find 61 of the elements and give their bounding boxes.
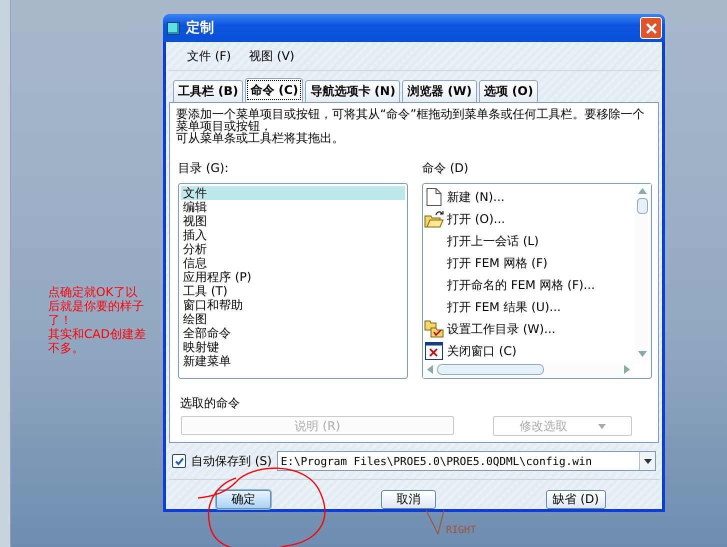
- datum-label: RIGHT: [446, 525, 476, 536]
- category-item[interactable]: 文件: [181, 186, 405, 200]
- ok-button[interactable]: 确定: [216, 490, 271, 509]
- config-path-combo[interactable]: E:\Program Files\PROE5.0\PROE5.0QDML\config.win: [276, 451, 656, 471]
- command-label: 命令 (D): [422, 160, 470, 177]
- category-item[interactable]: 绘图: [181, 312, 405, 326]
- scroll-thumb[interactable]: [637, 198, 648, 214]
- category-item[interactable]: 插入: [181, 228, 405, 242]
- instruction-text: 要添加一个菜单项目或按钮，可将其从“命令”框拖动到菜单条或任何工具栏。要移除一个菜单项目或按钮，: [176, 108, 646, 132]
- command-item[interactable]: 打开 FEM 结果 (U)...: [447, 298, 561, 316]
- scroll-thumb[interactable]: [437, 364, 544, 375]
- menu-item[interactable]: 文件 (F): [187, 48, 232, 65]
- command-item[interactable]: 打开上一会话 (L): [447, 232, 539, 250]
- command-item[interactable]: 新建 (N)...: [447, 188, 505, 206]
- caret-icon: [644, 458, 652, 464]
- annotation-text: 其实和CAD创建差不多。: [48, 327, 147, 355]
- horizontal-scrollbar[interactable]: [423, 361, 634, 378]
- annotation-text: 点确定就OK了以后就是你要的样子了！: [48, 285, 145, 327]
- autosave-label: 自动保存到 (S): [191, 452, 272, 470]
- category-item[interactable]: 全部命令: [181, 326, 405, 340]
- category-item[interactable]: 视图: [181, 214, 405, 228]
- category-item[interactable]: 应用程序 (P): [181, 270, 405, 284]
- category-item[interactable]: 编辑: [181, 200, 405, 214]
- caret-icon: [598, 424, 606, 428]
- command-item[interactable]: 关闭窗口 (C): [447, 342, 517, 360]
- vertical-scrollbar[interactable]: [634, 184, 651, 361]
- default-button[interactable]: 缺省 (D): [546, 490, 606, 509]
- category-item[interactable]: 新建菜单: [181, 354, 405, 368]
- command-item[interactable]: 设置工作目录 (W)...: [447, 320, 556, 338]
- close-window-icon: [425, 342, 443, 360]
- category-item[interactable]: 信息: [181, 256, 405, 270]
- folder-icon: [424, 210, 444, 228]
- category-item[interactable]: 工具 (T): [181, 284, 405, 298]
- tab[interactable]: 命令 (C): [245, 78, 304, 102]
- datum-marker-icon: [424, 510, 446, 536]
- selected-command-label: 选取的命令: [180, 395, 241, 412]
- scroll-down-icon[interactable]: [638, 351, 647, 357]
- command-item[interactable]: 打开 (O)...: [447, 210, 506, 228]
- scroll-right-icon[interactable]: [624, 365, 630, 374]
- category-item[interactable]: 窗口和帮助: [181, 298, 405, 312]
- close-icon[interactable]: [644, 22, 658, 34]
- scroll-up-icon[interactable]: [638, 188, 647, 194]
- autosave-checkbox[interactable]: [172, 454, 186, 468]
- document-icon: [426, 188, 442, 206]
- category-label: 目录 (G):: [178, 160, 230, 177]
- command-item[interactable]: 打开 FEM 网格 (F): [447, 254, 548, 272]
- category-item[interactable]: 分析: [181, 242, 405, 256]
- window-title: 定制: [186, 19, 215, 37]
- menu-item[interactable]: 视图 (V): [249, 48, 294, 65]
- tab[interactable]: 选项 (O): [478, 80, 538, 102]
- cancel-button[interactable]: 取消: [380, 490, 436, 509]
- folder-check-icon: [424, 320, 444, 338]
- window-icon: [167, 22, 180, 34]
- tab[interactable]: 导航选项卡 (N): [305, 80, 400, 102]
- instruction-text: 可从菜单条或工具栏将其拖出。: [176, 132, 345, 144]
- tab[interactable]: 浏览器 (W): [402, 80, 477, 102]
- scroll-left-icon[interactable]: [427, 365, 433, 374]
- category-item[interactable]: 映射键: [181, 340, 405, 354]
- tab[interactable]: 工具栏 (B): [173, 80, 244, 102]
- command-item[interactable]: 打开命名的 FEM 网格 (F)...: [447, 276, 595, 294]
- close-button[interactable]: [640, 17, 662, 39]
